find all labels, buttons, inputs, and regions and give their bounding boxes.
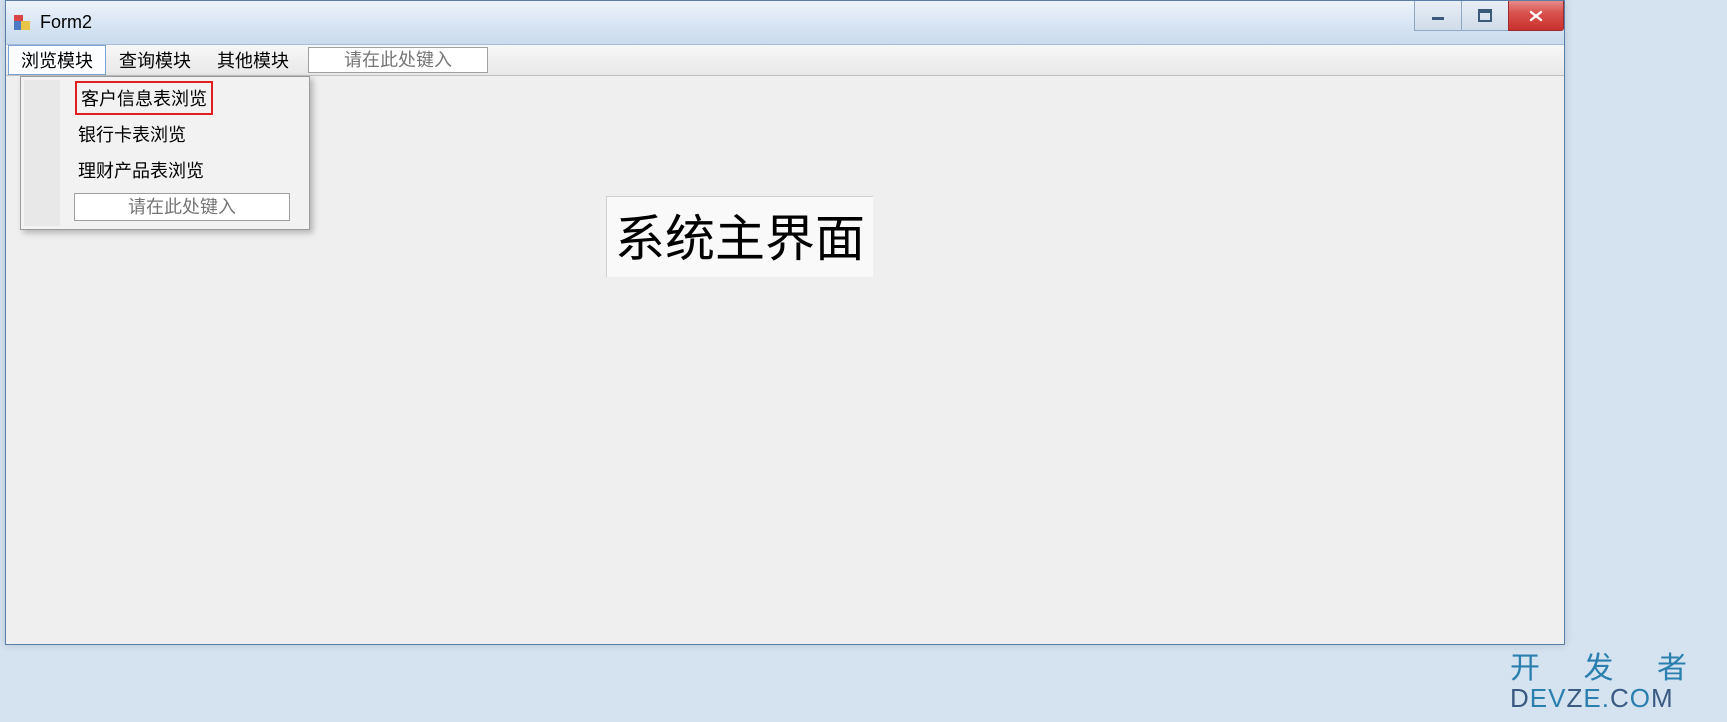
close-button[interactable]: [1508, 1, 1564, 31]
menu-query-module[interactable]: 查询模块: [106, 45, 204, 75]
window-controls: [1415, 1, 1564, 31]
dropdown-type-here-input[interactable]: [74, 193, 290, 221]
minimize-icon: [1431, 9, 1445, 23]
minimize-button[interactable]: [1414, 1, 1462, 31]
main-heading: 系统主界面: [606, 196, 873, 277]
app-icon: [14, 13, 34, 33]
dropdown-item-finance-product-browse[interactable]: 理财产品表浏览: [60, 152, 306, 188]
browse-module-dropdown: 客户信息表浏览 银行卡表浏览 理财产品表浏览: [20, 76, 310, 230]
menu-other-module[interactable]: 其他模块: [204, 45, 302, 75]
window-title: Form2: [40, 12, 92, 33]
titlebar[interactable]: Form2: [6, 1, 1564, 45]
watermark: 开 发 者 DEVZE.COM: [1510, 653, 1705, 712]
dropdown-item-label: 理财产品表浏览: [78, 157, 204, 183]
menu-browse-module[interactable]: 浏览模块: [8, 45, 106, 75]
maximize-icon: [1478, 9, 1492, 23]
dropdown-item-label: 银行卡表浏览: [78, 121, 186, 147]
menubar-type-here-input[interactable]: [308, 47, 488, 73]
watermark-line1: 开 发 者: [1510, 653, 1705, 685]
menubar: 浏览模块 查询模块 其他模块: [6, 45, 1564, 76]
close-icon: [1528, 9, 1544, 23]
dropdown-item-label: 客户信息表浏览: [78, 84, 210, 112]
dropdown-item-bank-card-browse[interactable]: 银行卡表浏览: [60, 116, 306, 152]
maximize-button[interactable]: [1461, 1, 1509, 31]
app-window: Form2 浏览模块 查询模块 其他模块 系统主界面: [5, 0, 1565, 645]
dropdown-item-customer-info-browse[interactable]: 客户信息表浏览: [60, 80, 306, 116]
menu-item-label: 其他模块: [217, 47, 289, 73]
watermark-line2: DEVZE.COM: [1510, 685, 1705, 712]
menu-item-label: 查询模块: [119, 47, 191, 73]
dropdown-type-here-row: [60, 188, 306, 226]
menu-item-label: 浏览模块: [21, 47, 93, 73]
